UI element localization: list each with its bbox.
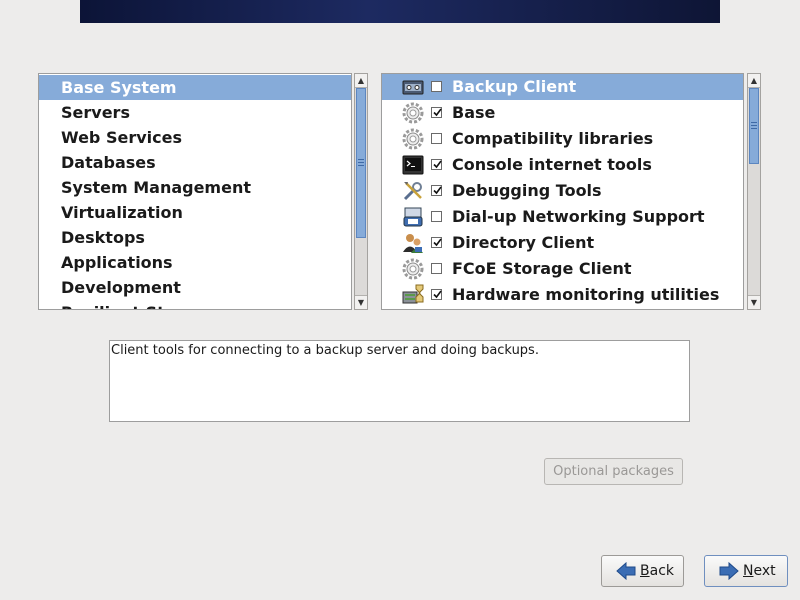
- next-label: ext: [753, 563, 776, 579]
- category-item[interactable]: Virtualization: [39, 200, 351, 225]
- package-item[interactable]: Hardware monitoring utilities: [382, 282, 743, 308]
- category-item[interactable]: Web Services: [39, 125, 351, 150]
- package-label: Hardware monitoring utilities: [452, 285, 720, 304]
- scroll-thumb[interactable]: [749, 88, 759, 164]
- category-item[interactable]: System Management: [39, 175, 351, 200]
- tools-icon: [402, 180, 424, 202]
- package-item[interactable]: Console internet tools: [382, 152, 743, 178]
- package-label: Dial-up Networking Support: [452, 207, 705, 226]
- optional-packages-button[interactable]: Optional packages: [544, 458, 683, 485]
- package-label: Base: [452, 103, 496, 122]
- package-item[interactable]: Debugging Tools: [382, 178, 743, 204]
- category-label: Development: [61, 278, 181, 297]
- users-icon: [402, 232, 424, 254]
- category-label: System Management: [61, 178, 251, 197]
- category-item[interactable]: Development: [39, 275, 351, 300]
- back-label: ack: [649, 563, 674, 579]
- scroll-up-arrow-icon[interactable]: ▲: [748, 74, 760, 88]
- package-item[interactable]: Base: [382, 100, 743, 126]
- package-checkbox[interactable]: [431, 133, 442, 144]
- category-label: Resilient Storage: [61, 300, 217, 309]
- package-checkbox[interactable]: [431, 289, 442, 300]
- category-item[interactable]: Applications: [39, 250, 351, 275]
- package-label: Debugging Tools: [452, 181, 602, 200]
- package-scrollbar[interactable]: ▲ ▼: [747, 73, 761, 310]
- category-label: Applications: [61, 253, 173, 272]
- category-label: Web Services: [61, 128, 182, 147]
- next-mnemonic: N: [743, 563, 754, 579]
- category-label: Databases: [61, 153, 156, 172]
- hardware-monitor-icon: [402, 284, 424, 306]
- category-item[interactable]: Desktops: [39, 225, 351, 250]
- package-item[interactable]: Dial-up Networking Support: [382, 204, 743, 230]
- package-checkbox[interactable]: [431, 81, 442, 92]
- category-item[interactable]: Servers: [39, 100, 351, 125]
- package-label: Backup Client: [452, 77, 577, 96]
- package-label: FCoE Storage Client: [452, 259, 632, 278]
- terminal-icon: [402, 154, 424, 176]
- package-checkbox[interactable]: [431, 107, 442, 118]
- category-label: Virtualization: [61, 203, 183, 222]
- package-label: Directory Client: [452, 233, 595, 252]
- package-checkbox[interactable]: [431, 237, 442, 248]
- category-scrollbar[interactable]: ▲ ▼: [354, 73, 368, 310]
- package-checkbox[interactable]: [431, 185, 442, 196]
- package-label: Console internet tools: [452, 155, 652, 174]
- category-item[interactable]: Resilient Storage: [39, 300, 351, 309]
- scroll-down-arrow-icon[interactable]: ▼: [355, 295, 367, 309]
- scroll-thumb[interactable]: [356, 88, 366, 238]
- scroll-up-arrow-icon[interactable]: ▲: [355, 74, 367, 88]
- package-item[interactable]: FCoE Storage Client: [382, 256, 743, 282]
- package-checkbox[interactable]: [431, 211, 442, 222]
- package-item[interactable]: Backup Client: [382, 74, 743, 100]
- back-button[interactable]: Back: [601, 555, 684, 587]
- gear-icon: [402, 258, 424, 280]
- package-checkbox[interactable]: [431, 263, 442, 274]
- category-list[interactable]: Base System Servers Web Services Databases S…: [38, 73, 352, 310]
- package-item[interactable]: Compatibility libraries: [382, 126, 743, 152]
- category-item[interactable]: Base System: [39, 75, 351, 100]
- category-label: Desktops: [61, 228, 145, 247]
- package-checkbox[interactable]: [431, 159, 442, 170]
- next-button[interactable]: Next: [704, 555, 788, 587]
- package-label: Compatibility libraries: [452, 129, 654, 148]
- category-label: Base System: [61, 78, 177, 97]
- phone-icon: [402, 206, 424, 228]
- back-arrow-icon: [616, 561, 636, 584]
- back-mnemonic: B: [640, 563, 650, 579]
- package-list[interactable]: Backup Client Base Compatibility libraries…: [381, 73, 744, 310]
- package-item[interactable]: Directory Client: [382, 230, 743, 256]
- header-banner: [80, 0, 720, 23]
- gear-icon: [402, 102, 424, 124]
- scroll-down-arrow-icon[interactable]: ▼: [748, 295, 760, 309]
- package-description: Client tools for connecting to a backup …: [109, 340, 690, 422]
- backup-icon: [402, 76, 424, 98]
- next-arrow-icon: [719, 561, 739, 584]
- category-label: Servers: [61, 103, 130, 122]
- gear-icon: [402, 128, 424, 150]
- category-item[interactable]: Databases: [39, 150, 351, 175]
